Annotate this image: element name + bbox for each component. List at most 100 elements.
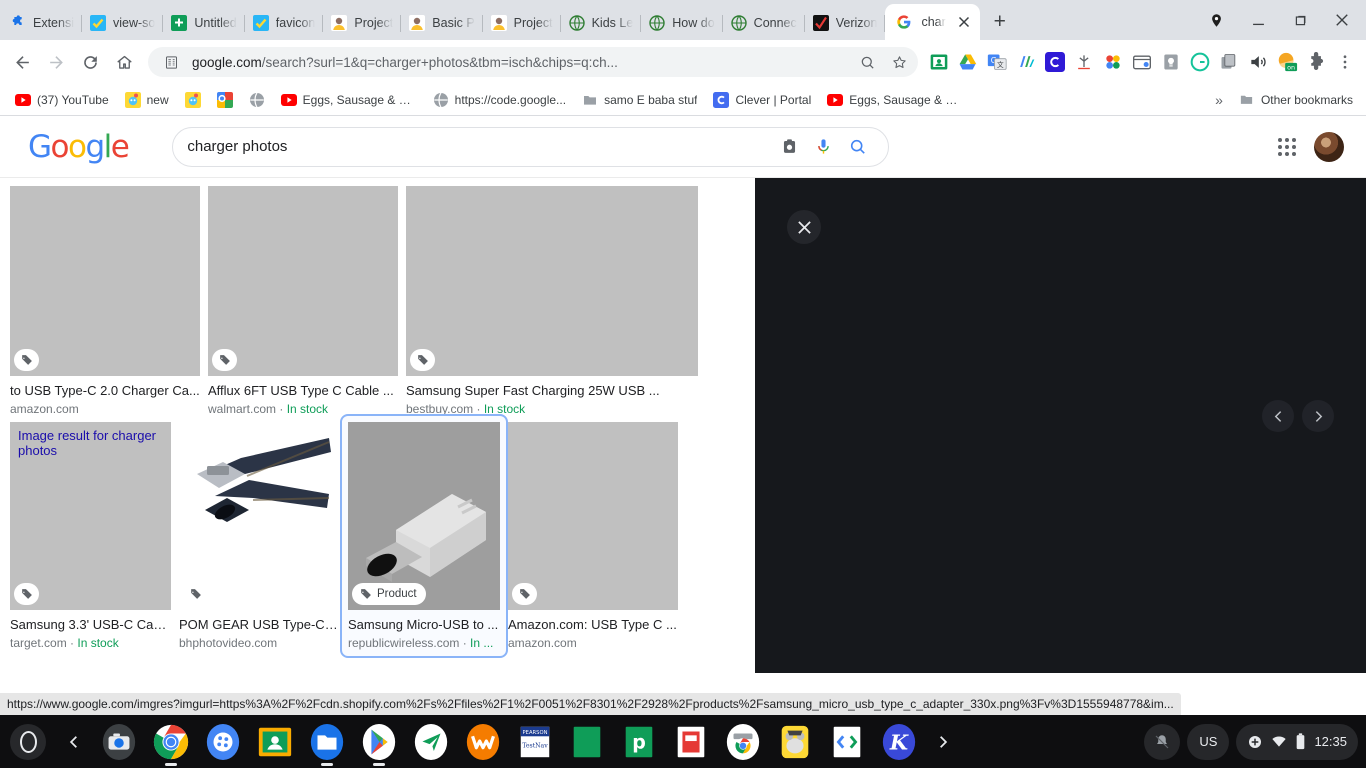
green-app-icon[interactable]	[566, 721, 608, 763]
camera-app-icon[interactable]	[98, 721, 140, 763]
pearson-testnav-app-icon[interactable]: PEARSONTestNav	[514, 721, 556, 763]
search-icon[interactable]	[856, 51, 878, 73]
classroom-app-icon[interactable]	[254, 721, 296, 763]
browser-tab[interactable]: favicon	[245, 6, 324, 40]
result-thumbnail[interactable]	[10, 186, 200, 376]
profile-pin-icon[interactable]	[1196, 2, 1236, 38]
new-tab-button[interactable]: +	[986, 8, 1014, 36]
browser-tab[interactable]: Untitled	[163, 6, 244, 40]
bookmark-item[interactable]	[242, 89, 272, 111]
image-result-card[interactable]: POM GEAR USB Type-C Ma...bhphotovideo.co…	[179, 422, 340, 658]
result-thumbnail[interactable]	[406, 186, 698, 376]
notification-bell-off-icon[interactable]	[1144, 724, 1180, 760]
bookmark-item[interactable]: (37) YouTube	[8, 89, 116, 111]
result-thumbnail[interactable]: Product	[348, 422, 500, 610]
wifi-icon	[1271, 734, 1287, 750]
star-icon[interactable]	[888, 51, 910, 73]
google-logo[interactable]: Google	[28, 129, 128, 165]
chrome-app-icon[interactable]	[150, 721, 192, 763]
launcher-circle-icon[interactable]	[10, 724, 46, 760]
bookmark-item[interactable]: Clever | Portal	[706, 89, 818, 111]
puzzle-extensions-icon[interactable]	[1303, 49, 1329, 75]
next-image-button[interactable]	[1302, 400, 1334, 432]
close-window-button[interactable]	[1322, 2, 1362, 38]
status-area-button[interactable]: 12:35	[1236, 724, 1358, 760]
p-green-app-icon[interactable]: p	[618, 721, 660, 763]
play-store-app-icon[interactable]	[358, 721, 400, 763]
back-arrow-icon[interactable]	[6, 46, 38, 78]
grammarly-extension-icon[interactable]	[1187, 49, 1213, 75]
orange-wings-app-icon[interactable]	[462, 721, 504, 763]
image-result-card[interactable]: to USB Type-C 2.0 Charger Ca...amazon.co…	[10, 186, 200, 416]
bookmark-item[interactable]: Eggs, Sausage & Be...	[274, 89, 424, 111]
antenna-extension-icon[interactable]	[1071, 49, 1097, 75]
image-result-card[interactable]: Amazon.com: USB Type C ...amazon.com	[508, 422, 678, 658]
palette-app-icon[interactable]	[202, 721, 244, 763]
classroom-extension-icon[interactable]	[926, 49, 952, 75]
close-preview-button[interactable]	[787, 210, 821, 244]
browser-tab[interactable]: How do	[641, 6, 722, 40]
image-result-card-selected[interactable]: ProductSamsung Micro-USB to ...republicw…	[340, 414, 508, 658]
bookmark-item[interactable]: https://code.google...	[426, 89, 573, 111]
shelf-back-button[interactable]	[56, 735, 92, 749]
chrome-menu-icon[interactable]	[1332, 49, 1358, 75]
browser-tab-active[interactable]: char	[885, 4, 979, 40]
browser-tab[interactable]: view-so	[82, 6, 163, 40]
browser-tab[interactable]: Project	[323, 6, 401, 40]
clever-extension-icon[interactable]	[1042, 49, 1068, 75]
home-icon[interactable]	[108, 46, 140, 78]
forward-arrow-icon[interactable]	[40, 46, 72, 78]
maximize-button[interactable]	[1280, 2, 1320, 38]
apps-grid-icon[interactable]	[1278, 138, 1296, 156]
account-avatar[interactable]	[1314, 132, 1344, 162]
speaker-extension-icon[interactable]	[1245, 49, 1271, 75]
on-toggle-extension-icon[interactable]: on	[1274, 49, 1300, 75]
image-result-card[interactable]: Afflux 6FT USB Type C Cable ...walmart.c…	[208, 186, 398, 416]
bookmark-item[interactable]	[178, 89, 208, 111]
previous-image-button[interactable]	[1262, 400, 1294, 432]
bookmark-item[interactable]: new	[118, 89, 176, 111]
bookmark-item[interactable]: Eggs, Sausage & Be...	[820, 89, 970, 111]
chrome-window-extension-icon[interactable]	[1129, 49, 1155, 75]
paper-plane-app-icon[interactable]	[410, 721, 452, 763]
bookmark-item[interactable]: samo E baba stuf	[575, 89, 704, 111]
four-dots-extension-icon[interactable]	[1100, 49, 1126, 75]
lightbulb-extension-icon[interactable]	[1158, 49, 1184, 75]
bookmark-item[interactable]	[210, 89, 240, 111]
keyboard-locale-button[interactable]: US	[1187, 724, 1229, 760]
minimize-button[interactable]	[1238, 2, 1278, 38]
shelf-overflow-button[interactable]	[932, 735, 954, 749]
result-thumbnail[interactable]	[208, 186, 398, 376]
microphone-icon[interactable]	[806, 130, 840, 164]
camera-search-icon[interactable]	[772, 130, 806, 164]
google-translate-extension-icon[interactable]: G文	[984, 49, 1010, 75]
browser-tab[interactable]: Kids Le	[561, 6, 642, 40]
image-result-card[interactable]: Samsung Super Fast Charging 25W USB ...b…	[406, 186, 698, 416]
browser-tab[interactable]: Connec	[723, 6, 805, 40]
code-brackets-app-icon[interactable]	[826, 721, 868, 763]
browser-tab[interactable]: Basic P	[401, 6, 482, 40]
result-thumbnail[interactable]	[508, 422, 678, 610]
files-app-icon[interactable]	[306, 721, 348, 763]
google-drive-extension-icon[interactable]	[955, 49, 981, 75]
result-thumbnail[interactable]: Image result for charger photos	[10, 422, 171, 610]
browser-tab[interactable]: Project	[483, 6, 561, 40]
browser-tab[interactable]: Extensi	[2, 6, 82, 40]
result-thumbnail[interactable]	[179, 422, 340, 610]
close-tab-button[interactable]	[955, 13, 974, 32]
search-box[interactable]: charger photos	[172, 127, 889, 167]
bookmarks-overflow-button[interactable]: »	[1208, 89, 1230, 111]
image-result-card[interactable]: Image result for charger photosSamsung 3…	[10, 422, 171, 658]
mouse-yellow-app-icon[interactable]	[774, 721, 816, 763]
search-input[interactable]: charger photos	[187, 138, 772, 155]
k-blue-app-icon[interactable]: K	[878, 721, 920, 763]
reload-icon[interactable]	[74, 46, 106, 78]
address-bar[interactable]: google.com/search?surl=1&q=charger+photo…	[148, 47, 918, 77]
search-submit-icon[interactable]	[840, 130, 874, 164]
other-bookmarks-button[interactable]: Other bookmarks	[1232, 89, 1360, 111]
copy-stack-extension-icon[interactable]	[1216, 49, 1242, 75]
browser-tab[interactable]: Verizon	[805, 6, 886, 40]
red-book-app-icon[interactable]	[670, 721, 712, 763]
colorful-bars-extension-icon[interactable]	[1013, 49, 1039, 75]
chrome-canary-app-icon[interactable]	[722, 721, 764, 763]
